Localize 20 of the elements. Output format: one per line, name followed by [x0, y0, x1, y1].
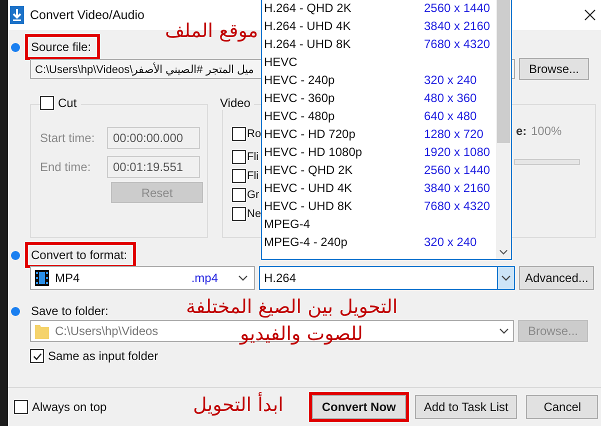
annotation-text: موقع الملف [165, 20, 258, 42]
option-label: Fli [247, 170, 259, 182]
cut-label: Cut [58, 96, 77, 110]
annotation-text: التحويل بين الصيغ المختلفة [186, 296, 398, 318]
video-label: Video [220, 96, 250, 110]
time-label: End time: [40, 160, 91, 174]
always-on-top-label: Always on top [32, 400, 107, 414]
option-label: Gr [247, 188, 260, 200]
annotation-text: للصوت والفيديو [240, 323, 363, 345]
option-label: Fli [247, 150, 259, 162]
setting-value: 100% [531, 124, 562, 138]
save-folder-label: Save to folder: [30, 303, 110, 320]
same-folder-label: Same as input folder [48, 349, 158, 363]
option-label: Ne [247, 208, 262, 220]
window-title: Convert Video/Audio [30, 8, 144, 22]
annotation-text: ابدأ التحويل [193, 394, 284, 416]
option-label: Ro [247, 128, 262, 140]
source-path-text: C:\Users\hp\Videos\ميل المتجر #الصيني الأصفر [35, 62, 254, 76]
setting-label: e: [516, 124, 527, 138]
time-label: Start time: [40, 130, 95, 144]
